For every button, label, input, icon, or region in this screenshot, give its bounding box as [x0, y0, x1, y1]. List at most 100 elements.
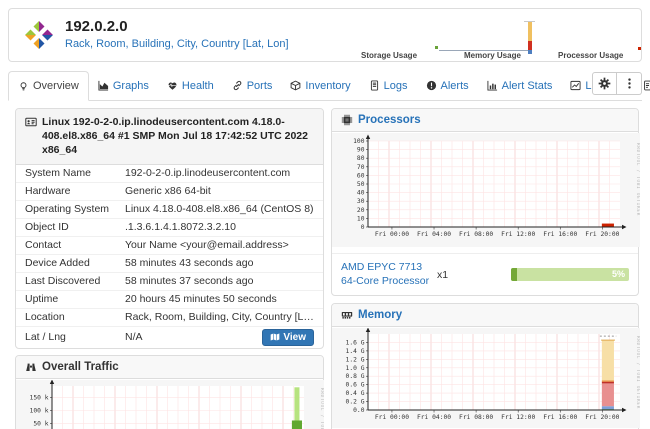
cpu-name-link[interactable]: AMD EPYC 7713 64-Core Processor	[341, 261, 437, 288]
svg-text:Fri 16:00: Fri 16:00	[543, 231, 577, 238]
system-table: System Name192-0-2-0.ip.linodeuserconten…	[16, 165, 323, 348]
map-icon	[270, 332, 280, 342]
tab-health[interactable]: Health	[158, 71, 223, 100]
settings-button[interactable]	[592, 72, 617, 95]
system-panel: Linux 192-0-2-0.ip.linodeusercontent.com…	[15, 108, 324, 349]
svg-text:1.2 G: 1.2 G	[346, 357, 365, 364]
tab-overview[interactable]: Overview	[8, 71, 89, 101]
link-icon	[232, 80, 243, 91]
tab-label: Health	[182, 80, 214, 92]
area-chart-icon	[98, 80, 109, 91]
svg-text:0.6 G: 0.6 G	[346, 382, 365, 389]
memory-panel: Memory 0.00.2 G0.4 G0.6 G0.8 G1.0 G1.2 G…	[331, 303, 639, 429]
svg-text:0.4 G: 0.4 G	[346, 390, 365, 397]
tab-graphs[interactable]: Graphs	[89, 71, 158, 100]
row-label: Object ID	[25, 221, 125, 233]
system-row-location: LocationRack, Room, Building, City, Coun…	[16, 309, 323, 327]
cpu-row: AMD EPYC 7713 64-Core Processor x1 5%	[332, 253, 638, 295]
cube-icon	[290, 80, 301, 91]
svg-text:100 k: 100 k	[30, 407, 49, 414]
cpu-subname: 64-Core Processor	[341, 275, 437, 289]
cpu-usage-bar: 5%	[511, 268, 629, 281]
tab-label: Alerts	[441, 80, 469, 92]
svg-text:0: 0	[361, 224, 365, 231]
svg-text:100: 100	[353, 138, 365, 145]
overall-traffic-panel: Overall Traffic 050 k100 k150 kRRDTOOL /…	[15, 355, 324, 429]
left-column: Linux 192-0-2-0.ip.linodeusercontent.com…	[15, 108, 324, 429]
memory-icon	[341, 309, 353, 321]
svg-text:70: 70	[357, 164, 365, 171]
svg-text:Fri 16:00: Fri 16:00	[543, 414, 577, 421]
svg-text:0.2 G: 0.2 G	[346, 399, 365, 406]
svg-text:Fri 20:00: Fri 20:00	[585, 414, 619, 421]
view-button-label: View	[283, 332, 306, 343]
lightbulb-icon	[18, 81, 29, 92]
processors-header: Processors	[332, 109, 638, 132]
svg-text:50 k: 50 k	[33, 420, 48, 427]
processor-usage-sparkline[interactable]	[635, 44, 645, 54]
svg-text:Fri 12:00: Fri 12:00	[501, 231, 535, 238]
row-label: Last Discovered	[25, 275, 125, 287]
svg-text:150 k: 150 k	[30, 394, 49, 401]
heartbeat-icon	[167, 80, 178, 91]
row-value: N/A	[125, 331, 262, 343]
system-row-last-discovered: Last Discovered58 minutes 37 seconds ago	[16, 273, 323, 291]
svg-text:Fri 12:00: Fri 12:00	[501, 414, 535, 421]
row-value: Linux 4.18.0-408.el8.x86_64 (CentOS 8)	[125, 203, 314, 215]
tab-logs[interactable]: Logs	[360, 71, 417, 100]
overall-traffic-title: Overall Traffic	[42, 361, 119, 373]
tab-inventory[interactable]: Inventory	[281, 71, 359, 100]
tab-alert-stats[interactable]: Alert Stats	[478, 71, 562, 100]
svg-text:50: 50	[357, 181, 365, 188]
svg-text:1.4 G: 1.4 G	[346, 348, 365, 355]
tab-label: Alert Stats	[502, 80, 553, 92]
system-row-device-added: Device Added58 minutes 43 seconds ago	[16, 255, 323, 273]
row-value: .1.3.6.1.4.1.8072.3.2.10	[125, 221, 314, 233]
svg-text:0.8 G: 0.8 G	[346, 374, 365, 381]
more-menu-button[interactable]	[617, 72, 642, 95]
row-label: System Name	[25, 167, 125, 179]
centos-logo-icon	[21, 17, 57, 53]
cpu-usage-fill	[511, 268, 517, 281]
overall-traffic-graph[interactable]: 050 k100 k150 kRRDTOOL / TOBI OETIKER	[16, 379, 323, 429]
processors-title[interactable]: Processors	[358, 114, 421, 126]
row-value: 20 hours 45 minutes 50 seconds	[125, 293, 314, 305]
memory-graph[interactable]: 0.00.2 G0.4 G0.6 G0.8 G1.0 G1.2 G1.4 G1.…	[332, 327, 638, 429]
processors-graph[interactable]: 0102030405060708090100Fri 00:00Fri 04:00…	[332, 132, 638, 253]
alert-circle-icon	[426, 80, 437, 91]
row-label: Uptime	[25, 293, 125, 305]
row-label: Operating System	[25, 203, 125, 215]
svg-text:Fri 08:00: Fri 08:00	[459, 414, 493, 421]
svg-text:80: 80	[357, 155, 365, 162]
tab-label: Overview	[33, 80, 79, 92]
svg-text:60: 60	[357, 172, 365, 179]
memory-usage-sparkline[interactable]	[439, 20, 539, 56]
memory-title[interactable]: Memory	[358, 309, 402, 321]
system-row-hardware: HardwareGeneric x86 64-bit	[16, 183, 323, 201]
processor-usage-label: Processor Usage	[558, 51, 623, 60]
tab-ports[interactable]: Ports	[223, 71, 282, 100]
row-value: Your Name <your@email.address>	[125, 239, 314, 251]
processors-panel: Processors 0102030405060708090100Fri 00:…	[331, 108, 639, 296]
cpu-name: AMD EPYC 7713	[341, 261, 437, 275]
system-row-lat-lng: Lat / LngN/AView	[16, 327, 323, 348]
right-column: Processors 0102030405060708090100Fri 00:…	[331, 108, 639, 429]
svg-text:Fri 00:00: Fri 00:00	[375, 414, 409, 421]
overall-traffic-rrd-chart: 050 k100 k150 kRRDTOOL / TOBI OETIKER	[16, 380, 324, 429]
row-value: Generic x86 64-bit	[125, 185, 314, 197]
file-icon	[369, 80, 380, 91]
view-map-button[interactable]: View	[262, 329, 314, 346]
tab-label: Inventory	[305, 80, 350, 92]
tab-alerts[interactable]: Alerts	[417, 71, 478, 100]
row-value: 192-0-2-0.ip.linodeusercontent.com	[125, 167, 314, 179]
svg-text:20: 20	[357, 207, 365, 214]
storage-usage-label: Storage Usage	[361, 51, 417, 60]
svg-text:RRDTOOL / TOBI OETIKER: RRDTOOL / TOBI OETIKER	[636, 143, 640, 216]
memory-rrd-chart: 0.00.2 G0.4 G0.6 G0.8 G1.0 G1.2 G1.4 G1.…	[332, 328, 640, 428]
svg-text:30: 30	[357, 198, 365, 205]
binoculars-icon	[25, 361, 37, 373]
cpu-usage-percent: 5%	[612, 268, 625, 281]
device-location-link[interactable]: Rack, Room, Building, City, Country [Lat…	[65, 38, 289, 50]
memory-header: Memory	[332, 304, 638, 327]
svg-text:90: 90	[357, 147, 365, 154]
